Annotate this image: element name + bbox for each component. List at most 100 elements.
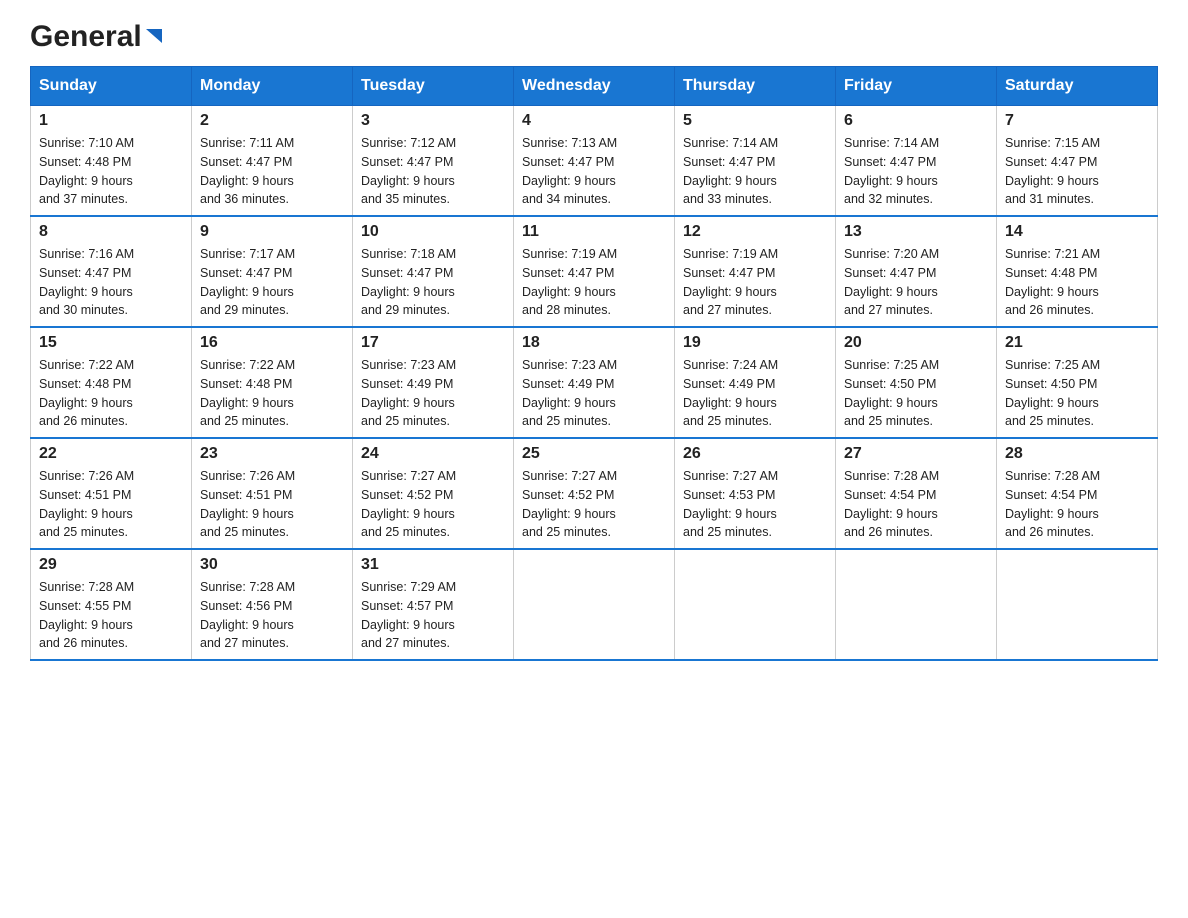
day-info: Sunrise: 7:26 AMSunset: 4:51 PMDaylight:… (39, 467, 183, 542)
page-header: General (30, 20, 1158, 48)
calendar-cell (514, 549, 675, 660)
calendar-cell: 8Sunrise: 7:16 AMSunset: 4:47 PMDaylight… (31, 216, 192, 327)
calendar-cell: 10 Sunrise: 7:18 AMSunset: 4:47 PMDayligh… (353, 216, 514, 327)
day-number: 4 (522, 112, 666, 130)
day-number: 30 (200, 556, 344, 574)
day-number: 29 (39, 556, 183, 574)
day-info: Sunrise: 7:20 AMSunset: 4:47 PMDaylight:… (844, 245, 988, 320)
day-header-saturday: Saturday (997, 67, 1158, 106)
day-header-friday: Friday (836, 67, 997, 106)
day-info: Sunrise: 7:27 AMSunset: 4:53 PMDaylight:… (683, 467, 827, 542)
day-info: Sunrise: 7:25 AMSunset: 4:50 PMDaylight:… (1005, 356, 1149, 431)
day-info: Sunrise: 7:19 AMSunset: 4:47 PMDaylight:… (522, 245, 666, 320)
day-number: 3 (361, 112, 505, 130)
day-info: Sunrise: 7:28 AMSunset: 4:54 PMDaylight:… (1005, 467, 1149, 542)
day-number: 18 (522, 334, 666, 352)
calendar-week-row: 29 Sunrise: 7:28 AMSunset: 4:55 PMDayligh… (31, 549, 1158, 660)
calendar-cell: 19 Sunrise: 7:24 AMSunset: 4:49 PMDayligh… (675, 327, 836, 438)
day-number: 31 (361, 556, 505, 574)
calendar-cell: 5 Sunrise: 7:14 AMSunset: 4:47 PMDaylight… (675, 106, 836, 217)
calendar-cell: 30 Sunrise: 7:28 AMSunset: 4:56 PMDayligh… (192, 549, 353, 660)
calendar-cell: 15Sunrise: 7:22 AMSunset: 4:48 PMDayligh… (31, 327, 192, 438)
calendar-cell: 13 Sunrise: 7:20 AMSunset: 4:47 PMDayligh… (836, 216, 997, 327)
day-info: Sunrise: 7:22 AMSunset: 4:48 PMDaylight:… (39, 356, 183, 431)
calendar-week-row: 1Sunrise: 7:10 AMSunset: 4:48 PMDaylight… (31, 106, 1158, 217)
calendar-cell: 1Sunrise: 7:10 AMSunset: 4:48 PMDaylight… (31, 106, 192, 217)
day-info: Sunrise: 7:14 AMSunset: 4:47 PMDaylight:… (683, 134, 827, 209)
day-info: Sunrise: 7:25 AMSunset: 4:50 PMDaylight:… (844, 356, 988, 431)
calendar-cell (675, 549, 836, 660)
calendar-cell: 11 Sunrise: 7:19 AMSunset: 4:47 PMDayligh… (514, 216, 675, 327)
calendar-cell: 21 Sunrise: 7:25 AMSunset: 4:50 PMDayligh… (997, 327, 1158, 438)
day-info: Sunrise: 7:28 AMSunset: 4:54 PMDaylight:… (844, 467, 988, 542)
day-number: 5 (683, 112, 827, 130)
day-number: 8 (39, 223, 183, 241)
logo: General (30, 20, 166, 48)
calendar-cell: 22 Sunrise: 7:26 AMSunset: 4:51 PMDayligh… (31, 438, 192, 549)
calendar-cell: 18 Sunrise: 7:23 AMSunset: 4:49 PMDayligh… (514, 327, 675, 438)
day-number: 16 (200, 334, 344, 352)
day-info: Sunrise: 7:18 AMSunset: 4:47 PMDaylight:… (361, 245, 505, 320)
day-info: Sunrise: 7:21 AMSunset: 4:48 PMDaylight:… (1005, 245, 1149, 320)
day-number: 23 (200, 445, 344, 463)
day-number: 21 (1005, 334, 1149, 352)
day-number: 25 (522, 445, 666, 463)
calendar-cell: 26 Sunrise: 7:27 AMSunset: 4:53 PMDayligh… (675, 438, 836, 549)
logo-arrow-icon (144, 25, 166, 47)
calendar-cell: 12 Sunrise: 7:19 AMSunset: 4:47 PMDayligh… (675, 216, 836, 327)
calendar-cell: 16Sunrise: 7:22 AMSunset: 4:48 PMDayligh… (192, 327, 353, 438)
day-number: 6 (844, 112, 988, 130)
calendar-cell: 6Sunrise: 7:14 AMSunset: 4:47 PMDaylight… (836, 106, 997, 217)
day-number: 11 (522, 223, 666, 241)
calendar-cell (836, 549, 997, 660)
calendar-cell: 20Sunrise: 7:25 AMSunset: 4:50 PMDayligh… (836, 327, 997, 438)
calendar-table: SundayMondayTuesdayWednesdayThursdayFrid… (30, 66, 1158, 661)
day-info: Sunrise: 7:19 AMSunset: 4:47 PMDaylight:… (683, 245, 827, 320)
calendar-cell: 23Sunrise: 7:26 AMSunset: 4:51 PMDayligh… (192, 438, 353, 549)
calendar-cell: 25 Sunrise: 7:27 AMSunset: 4:52 PMDayligh… (514, 438, 675, 549)
day-info: Sunrise: 7:28 AMSunset: 4:55 PMDaylight:… (39, 578, 183, 653)
calendar-cell: 17 Sunrise: 7:23 AMSunset: 4:49 PMDayligh… (353, 327, 514, 438)
day-header-sunday: Sunday (31, 67, 192, 106)
day-number: 24 (361, 445, 505, 463)
day-number: 13 (844, 223, 988, 241)
calendar-cell: 2 Sunrise: 7:11 AMSunset: 4:47 PMDaylight… (192, 106, 353, 217)
day-number: 10 (361, 223, 505, 241)
day-header-thursday: Thursday (675, 67, 836, 106)
day-number: 14 (1005, 223, 1149, 241)
day-info: Sunrise: 7:11 AMSunset: 4:47 PMDaylight:… (200, 134, 344, 209)
day-number: 9 (200, 223, 344, 241)
day-number: 7 (1005, 112, 1149, 130)
calendar-cell: 24 Sunrise: 7:27 AMSunset: 4:52 PMDayligh… (353, 438, 514, 549)
day-info: Sunrise: 7:23 AMSunset: 4:49 PMDaylight:… (361, 356, 505, 431)
calendar-cell: 29 Sunrise: 7:28 AMSunset: 4:55 PMDayligh… (31, 549, 192, 660)
day-info: Sunrise: 7:27 AMSunset: 4:52 PMDaylight:… (361, 467, 505, 542)
day-header-wednesday: Wednesday (514, 67, 675, 106)
calendar-cell: 3Sunrise: 7:12 AMSunset: 4:47 PMDaylight… (353, 106, 514, 217)
day-info: Sunrise: 7:23 AMSunset: 4:49 PMDaylight:… (522, 356, 666, 431)
day-info: Sunrise: 7:24 AMSunset: 4:49 PMDaylight:… (683, 356, 827, 431)
day-number: 26 (683, 445, 827, 463)
calendar-header-row: SundayMondayTuesdayWednesdayThursdayFrid… (31, 67, 1158, 106)
calendar-cell: 14 Sunrise: 7:21 AMSunset: 4:48 PMDayligh… (997, 216, 1158, 327)
calendar-week-row: 22 Sunrise: 7:26 AMSunset: 4:51 PMDayligh… (31, 438, 1158, 549)
day-info: Sunrise: 7:15 AMSunset: 4:47 PMDaylight:… (1005, 134, 1149, 209)
calendar-cell: 27 Sunrise: 7:28 AMSunset: 4:54 PMDayligh… (836, 438, 997, 549)
calendar-cell (997, 549, 1158, 660)
day-number: 22 (39, 445, 183, 463)
day-info: Sunrise: 7:28 AMSunset: 4:56 PMDaylight:… (200, 578, 344, 653)
day-info: Sunrise: 7:27 AMSunset: 4:52 PMDaylight:… (522, 467, 666, 542)
calendar-cell: 31 Sunrise: 7:29 AMSunset: 4:57 PMDayligh… (353, 549, 514, 660)
day-info: Sunrise: 7:17 AMSunset: 4:47 PMDaylight:… (200, 245, 344, 320)
calendar-cell: 7 Sunrise: 7:15 AMSunset: 4:47 PMDaylight… (997, 106, 1158, 217)
day-number: 2 (200, 112, 344, 130)
day-number: 19 (683, 334, 827, 352)
day-info: Sunrise: 7:10 AMSunset: 4:48 PMDaylight:… (39, 134, 183, 209)
day-header-tuesday: Tuesday (353, 67, 514, 106)
day-number: 17 (361, 334, 505, 352)
day-number: 27 (844, 445, 988, 463)
calendar-week-row: 8Sunrise: 7:16 AMSunset: 4:47 PMDaylight… (31, 216, 1158, 327)
day-number: 12 (683, 223, 827, 241)
day-info: Sunrise: 7:29 AMSunset: 4:57 PMDaylight:… (361, 578, 505, 653)
day-number: 28 (1005, 445, 1149, 463)
